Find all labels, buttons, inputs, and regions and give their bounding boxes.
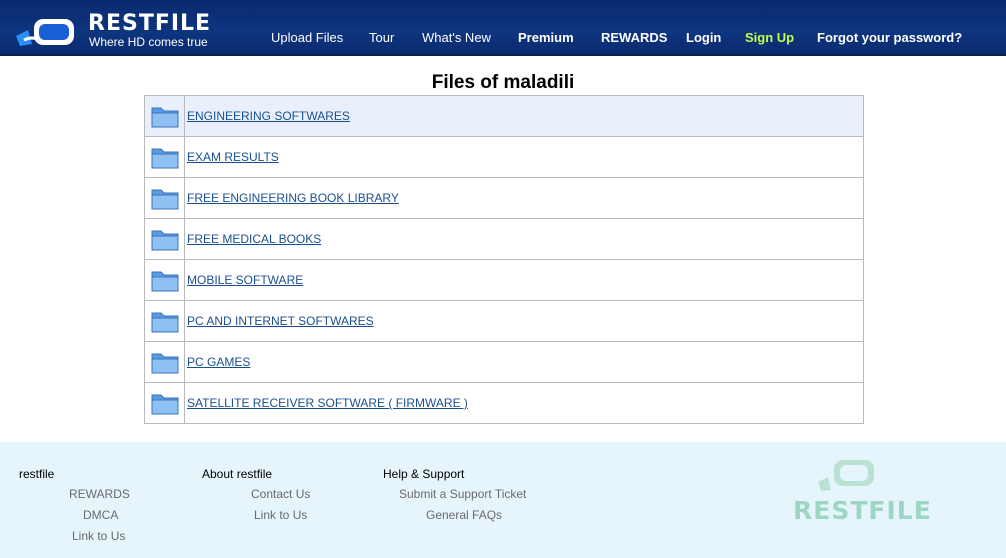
folder-icon-cell: [145, 383, 185, 423]
folder-row[interactable]: FREE ENGINEERING BOOK LIBRARY: [145, 178, 863, 219]
footer-logo: RESTFILE: [790, 458, 940, 528]
nav-tour[interactable]: Tour: [369, 30, 394, 48]
nav-whats-new[interactable]: What's New: [422, 30, 491, 48]
nav-rewards[interactable]: REWARDS: [601, 30, 667, 48]
footer-col-about-title: About restfile: [202, 467, 273, 481]
folder-row[interactable]: ENGINEERING SOFTWARES: [145, 96, 863, 137]
folder-link[interactable]: PC AND INTERNET SOFTWARES: [187, 314, 374, 328]
folder-icon-cell: [145, 137, 185, 177]
folder-link[interactable]: PC GAMES: [187, 355, 250, 369]
nav-sign-up[interactable]: Sign Up: [745, 30, 794, 48]
folder-icon-cell: [145, 342, 185, 382]
nav-forgot-password[interactable]: Forgot your password?: [817, 30, 962, 48]
folder-icon: [151, 148, 178, 169]
folder-row[interactable]: MOBILE SOFTWARE: [145, 260, 863, 301]
footer-link-rewards[interactable]: REWARDS: [69, 487, 130, 501]
folder-icon: [151, 271, 178, 292]
site-logo[interactable]: RESTFILE Where HD comes true: [14, 10, 254, 50]
folder-link[interactable]: MOBILE SOFTWARE: [187, 273, 303, 287]
folder-row[interactable]: EXAM RESULTS: [145, 137, 863, 178]
restfile-footer-logo-icon: [818, 460, 874, 491]
folder-icon-cell: [145, 96, 185, 136]
folder-icon-cell: [145, 178, 185, 218]
folder-row[interactable]: SATELLITE RECEIVER SOFTWARE ( FIRMWARE ): [145, 383, 863, 423]
brand-tagline: Where HD comes true: [89, 35, 208, 49]
brand-name: RESTFILE: [88, 11, 212, 36]
folder-icon: [151, 230, 178, 251]
footer-link-link-to-us-about[interactable]: Link to Us: [254, 508, 307, 522]
page-title: Files of maladili: [431, 72, 575, 93]
footer-col-help-title: Help & Support: [383, 467, 465, 481]
nav-upload-files[interactable]: Upload Files: [271, 30, 343, 48]
folder-icon-cell: [145, 301, 185, 341]
folder-icon: [151, 107, 178, 128]
nav-login[interactable]: Login: [686, 30, 721, 48]
folder-list: ENGINEERING SOFTWARES EXAM RESULTS FREE …: [144, 95, 864, 424]
nav-premium[interactable]: Premium: [518, 30, 574, 48]
site-footer: restfile REWARDS DMCA Link to Us About r…: [0, 442, 1006, 558]
folder-link[interactable]: SATELLITE RECEIVER SOFTWARE ( FIRMWARE ): [187, 396, 468, 410]
folder-link[interactable]: ENGINEERING SOFTWARES: [187, 109, 350, 123]
footer-link-contact-us[interactable]: Contact Us: [251, 487, 310, 501]
footer-brand-name: RESTFILE: [793, 496, 932, 525]
folder-link[interactable]: FREE MEDICAL BOOKS: [187, 232, 321, 246]
footer-link-support-ticket[interactable]: Submit a Support Ticket: [399, 487, 526, 501]
restfile-logo-icon: [16, 19, 74, 46]
folder-link[interactable]: FREE ENGINEERING BOOK LIBRARY: [187, 191, 399, 205]
folder-row[interactable]: PC GAMES: [145, 342, 863, 383]
folder-icon-cell: [145, 219, 185, 259]
folder-link[interactable]: EXAM RESULTS: [187, 150, 279, 164]
folder-icon-cell: [145, 260, 185, 300]
folder-row[interactable]: PC AND INTERNET SOFTWARES: [145, 301, 863, 342]
folder-row[interactable]: FREE MEDICAL BOOKS: [145, 219, 863, 260]
footer-link-general-faqs[interactable]: General FAQs: [426, 508, 502, 522]
folder-icon: [151, 312, 178, 333]
folder-icon: [151, 353, 178, 374]
footer-col-restfile-title: restfile: [19, 467, 55, 481]
folder-icon: [151, 394, 178, 415]
site-header: RESTFILE Where HD comes true Upload File…: [0, 0, 1006, 56]
footer-link-dmca[interactable]: DMCA: [83, 508, 118, 522]
footer-link-link-to-us[interactable]: Link to Us: [72, 529, 125, 543]
folder-icon: [151, 189, 178, 210]
